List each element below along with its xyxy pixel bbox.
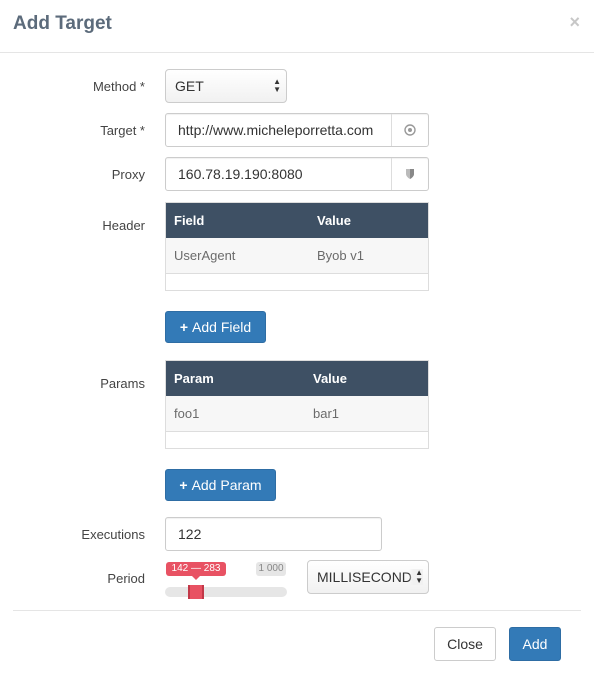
target-input-value: http://www.micheleporretta.com [178, 122, 374, 138]
close-button-label: Close [447, 636, 483, 652]
period-slider-range-handle[interactable] [188, 585, 204, 599]
period-unit-select[interactable]: MILLISECONDS ▲ ▼ [307, 560, 429, 594]
select-arrows-icon: ▲ ▼ [409, 569, 423, 585]
header-col-value: Value [317, 213, 351, 228]
header-table-empty-row [166, 274, 428, 290]
executions-label: Executions [81, 527, 145, 542]
plus-icon: + [179, 319, 189, 335]
params-col-param: Param [174, 371, 214, 386]
params-table: Param Value foo1 bar1 [165, 360, 429, 449]
target-input[interactable]: http://www.micheleporretta.com [165, 113, 429, 147]
footer-divider [13, 610, 581, 611]
params-col-value: Value [313, 371, 347, 386]
params-table-head: Param Value [166, 361, 428, 396]
period-unit-value: MILLISECONDS [317, 569, 422, 585]
proxy-addon [391, 158, 428, 190]
header-col-field: Field [174, 213, 205, 228]
executions-input[interactable]: 122 [165, 517, 382, 551]
method-select-value: GET [175, 78, 204, 94]
table-row[interactable]: UserAgent Byob v1 [166, 238, 428, 274]
target-icon [404, 124, 416, 136]
params-label: Params [100, 376, 145, 391]
header-row-field: UserAgent [174, 248, 236, 263]
params-table-empty-row [166, 432, 428, 448]
params-row-param: foo1 [174, 406, 200, 421]
select-arrows-icon: ▲ ▼ [273, 77, 281, 94]
modal-title: Add Target [13, 13, 112, 34]
add-param-label: Add Param [191, 477, 262, 493]
header-label: Header [102, 218, 145, 233]
params-row-value: bar1 [313, 406, 340, 421]
plus-icon: + [179, 477, 188, 493]
close-icon[interactable]: × [569, 12, 580, 33]
proxy-input-value: 160.78.19.190:8080 [178, 166, 303, 182]
table-row[interactable]: foo1 bar1 [166, 396, 428, 432]
shield-icon [406, 169, 414, 179]
period-slider-track[interactable] [165, 587, 287, 597]
proxy-input[interactable]: 160.78.19.190:8080 [165, 157, 429, 191]
proxy-label: Proxy [111, 167, 145, 182]
slider-max-tooltip: 1 000 [256, 562, 286, 576]
slider-range-tooltip: 142 — 283 [166, 562, 226, 580]
add-field-label: Add Field [192, 319, 252, 335]
header-table: Field Value UserAgent Byob v1 [165, 202, 429, 291]
modal-header: Add Target × [0, 0, 594, 53]
add-button[interactable]: Add [509, 627, 561, 661]
header-row-value: Byob v1 [317, 248, 364, 263]
method-select[interactable]: GET ▲ ▼ [165, 69, 287, 103]
target-label: Target * [100, 123, 145, 138]
add-param-button[interactable]: + Add Param [165, 469, 276, 501]
period-label: Period [107, 571, 145, 586]
add-button-label: Add [522, 636, 548, 652]
add-field-button[interactable]: + Add Field [165, 311, 266, 343]
close-button[interactable]: Close [434, 627, 496, 661]
header-table-head: Field Value [166, 203, 428, 238]
method-label: Method * [92, 79, 145, 94]
executions-input-value: 122 [178, 526, 202, 542]
target-addon [391, 114, 428, 146]
